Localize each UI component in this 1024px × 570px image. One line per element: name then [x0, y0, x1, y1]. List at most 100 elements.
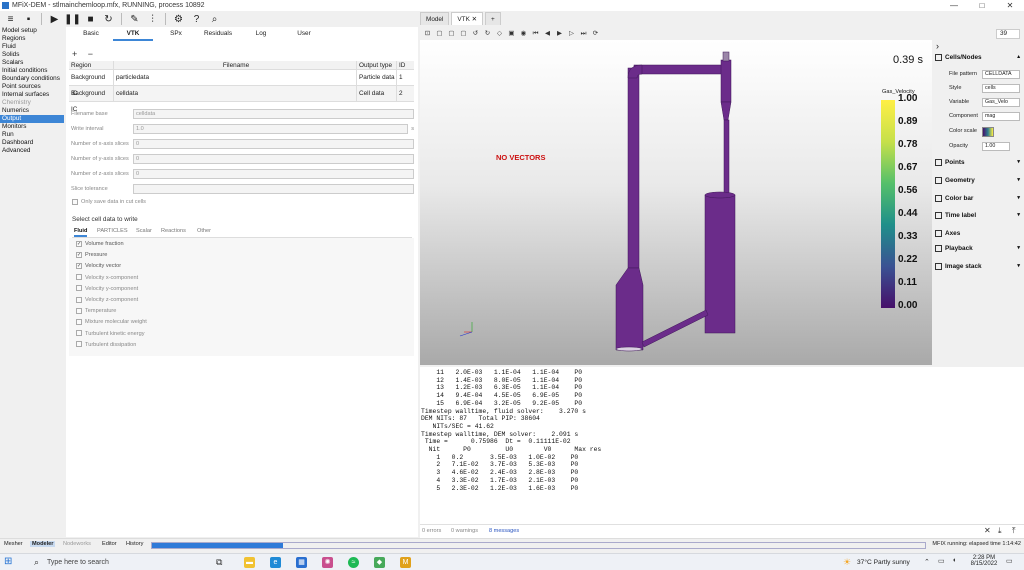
messages-count[interactable]: 8 messages: [489, 528, 519, 534]
nav-item[interactable]: Scalars: [0, 59, 64, 67]
cell-data-option[interactable]: Velocity z-component: [76, 296, 138, 305]
edge-browser-icon[interactable]: e: [270, 557, 281, 568]
build-icon[interactable]: ✎: [127, 12, 142, 26]
nav-item[interactable]: Fluid: [0, 43, 64, 51]
cell-data-option[interactable]: Velocity x-component: [76, 274, 138, 283]
camera-icon[interactable]: ◉: [518, 29, 529, 39]
opacity-dropdown[interactable]: 1.00: [982, 142, 1010, 151]
search-icon[interactable]: ⌕: [34, 557, 39, 568]
rotate-right-icon[interactable]: ↻: [482, 29, 493, 39]
tab-log[interactable]: Log: [241, 30, 281, 37]
rotate-left-icon[interactable]: ↺: [470, 29, 481, 39]
weather-text[interactable]: 37°C Partly sunny: [857, 559, 910, 566]
table-row[interactable]: Background IC particledata Particle data…: [69, 70, 414, 97]
tab-vtk[interactable]: VTK: [113, 30, 153, 41]
section-points[interactable]: Points ▾: [935, 159, 1021, 166]
style-dropdown[interactable]: cells: [982, 84, 1020, 93]
nav-item[interactable]: Advanced: [0, 147, 64, 155]
checkbox[interactable]: [76, 307, 82, 314]
stop-icon[interactable]: ■: [83, 12, 98, 26]
section-geometry[interactable]: Geometry ▾: [935, 177, 1021, 184]
cell-data-option[interactable]: Mixture molecular weight: [76, 318, 147, 327]
yz-plane-icon[interactable]: ▢: [458, 29, 469, 39]
x-slices-input[interactable]: 0: [133, 138, 414, 149]
close-window-button[interactable]: ✕: [996, 0, 1024, 11]
mfix-taskbar-icon[interactable]: M: [400, 557, 411, 568]
play-icon[interactable]: ▶: [554, 29, 565, 39]
section-playback[interactable]: Playback ▾: [935, 245, 1021, 252]
next-frame-icon[interactable]: ▷: [566, 29, 577, 39]
cut-cells-option[interactable]: Only save data in cut cells: [72, 198, 146, 207]
checkbox[interactable]: [76, 285, 82, 292]
checkbox[interactable]: [76, 296, 82, 303]
tab-nodeworks[interactable]: Nodeworks: [63, 541, 91, 547]
store-icon[interactable]: ▦: [296, 557, 307, 568]
tab-fluid[interactable]: Fluid: [74, 228, 88, 237]
tab-mesher[interactable]: Mesher: [4, 541, 23, 547]
clear-console-icon[interactable]: ✕: [984, 526, 991, 535]
clock[interactable]: 2:28 PM 8/15/2022: [968, 555, 1000, 567]
y-slices-input[interactable]: 0: [133, 153, 414, 164]
nav-item[interactable]: Model setup: [0, 27, 64, 35]
tab-basic[interactable]: Basic: [71, 30, 111, 37]
section-time-label[interactable]: Time label ▾: [935, 212, 1021, 219]
tab-user[interactable]: User: [284, 30, 324, 37]
app-icon[interactable]: ◆: [374, 557, 385, 568]
tab-modeler[interactable]: Modeler: [30, 541, 56, 547]
windows-start-icon[interactable]: ⊞: [4, 556, 12, 567]
repeat-icon[interactable]: ⟳: [590, 29, 601, 39]
z-slices-input[interactable]: 0: [133, 168, 414, 179]
nav-item[interactable]: Regions: [0, 35, 64, 43]
minimize-button[interactable]: —: [940, 0, 968, 11]
tab-spx[interactable]: SPx: [156, 30, 196, 37]
add-remove-buttons[interactable]: + −: [72, 49, 97, 59]
volume-icon[interactable]: ◖: [952, 557, 956, 564]
nav-item[interactable]: Initial conditions: [0, 67, 64, 75]
maximize-button[interactable]: □: [968, 0, 996, 11]
cell-data-option[interactable]: Velocity y-component: [76, 285, 138, 294]
errors-count[interactable]: 0 errors: [422, 528, 441, 534]
menu-icon[interactable]: ≡: [3, 12, 18, 26]
help-icon[interactable]: ?: [189, 12, 204, 26]
pause-icon[interactable]: ❚❚: [64, 12, 81, 26]
perspective-icon[interactable]: ◇: [494, 29, 505, 39]
tab-other[interactable]: Other: [197, 228, 211, 234]
collapse-panel-icon[interactable]: ›: [936, 41, 939, 51]
scroll-bottom-icon[interactable]: ⤓: [998, 526, 1002, 536]
scroll-top-icon[interactable]: ⤒: [1012, 526, 1016, 536]
tab-residuals[interactable]: Residuals: [198, 30, 238, 37]
tab-model[interactable]: Model: [420, 12, 450, 25]
cell-data-option[interactable]: ✓ Volume fraction: [76, 240, 124, 249]
color-scale-button[interactable]: [982, 127, 994, 137]
nav-item[interactable]: Point sources: [0, 83, 64, 91]
xz-plane-icon[interactable]: ▢: [446, 29, 457, 39]
variable-dropdown[interactable]: Gas_Velo: [982, 98, 1020, 107]
checkbox[interactable]: ✓: [76, 251, 82, 258]
nav-item[interactable]: Monitors: [0, 123, 64, 131]
taskbar-search-box[interactable]: Type here to search: [47, 559, 109, 566]
section-image-stack[interactable]: Image stack ▾: [935, 263, 1021, 270]
nav-item[interactable]: Output: [0, 115, 64, 123]
reset-view-icon[interactable]: ⊡: [422, 29, 433, 39]
task-view-icon[interactable]: ⧉: [216, 557, 222, 568]
notifications-icon[interactable]: ▭: [1006, 557, 1013, 565]
spotify-icon[interactable]: ≈: [348, 557, 359, 568]
add-tab-button[interactable]: +: [484, 12, 501, 25]
checkbox[interactable]: ✓: [76, 240, 82, 247]
cell-data-option[interactable]: Turbulent kinetic energy: [76, 330, 145, 339]
tab-reactions[interactable]: Reactions: [161, 228, 186, 234]
parameters-icon[interactable]: ⫶: [145, 12, 160, 26]
nav-item[interactable]: Solids: [0, 51, 64, 59]
file-pattern-dropdown[interactable]: CELLDATA: [982, 70, 1020, 79]
chevron-icon[interactable]: ▾: [1017, 195, 1020, 201]
chevron-icon[interactable]: ▴: [1017, 54, 1020, 60]
cell-data-option[interactable]: ✓ Velocity vector: [76, 262, 121, 271]
nav-item[interactable]: Numerics: [0, 107, 64, 115]
checkbox[interactable]: [76, 341, 82, 348]
search-icon[interactable]: ⌕: [207, 12, 222, 26]
write-interval-input[interactable]: 1.0: [133, 123, 409, 134]
cell-data-option[interactable]: Temperature: [76, 307, 116, 316]
cell-data-option[interactable]: Turbulent dissipation: [76, 341, 136, 350]
save-icon[interactable]: ▪: [21, 12, 36, 26]
xy-plane-icon[interactable]: ▢: [434, 29, 445, 39]
